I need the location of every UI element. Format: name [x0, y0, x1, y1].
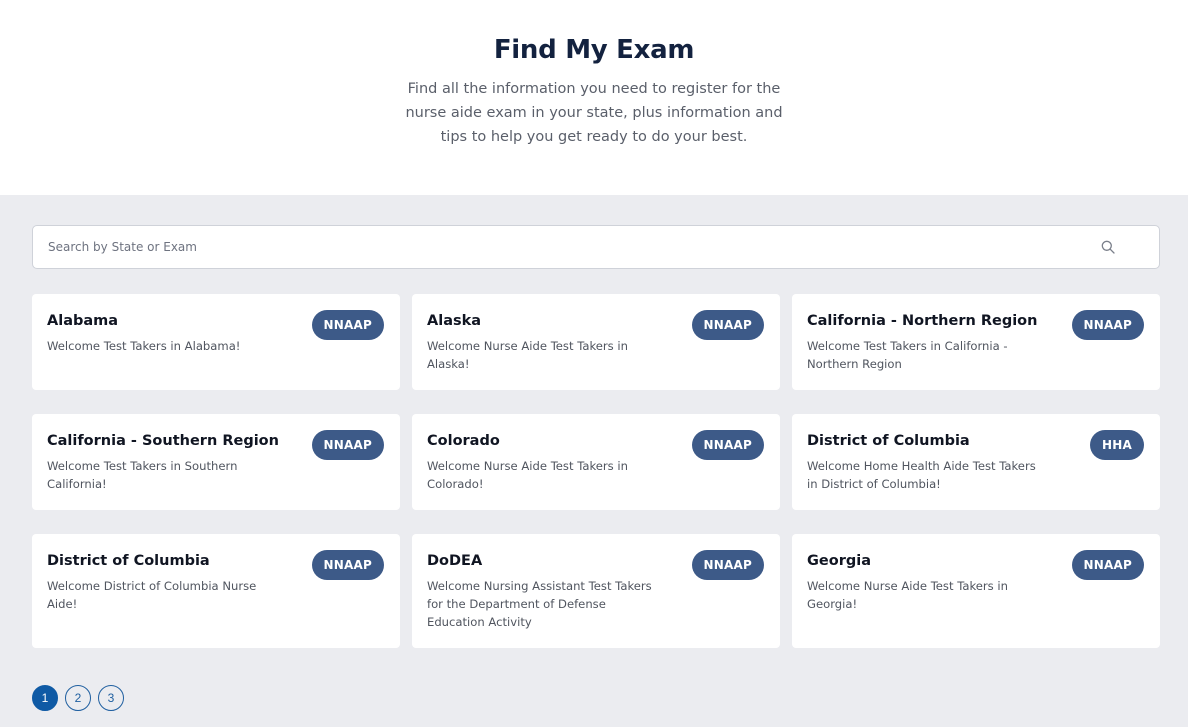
exam-card[interactable]: Alabama Welcome Test Takers in Alabama! …	[32, 294, 400, 390]
exam-type-badge: NNAAP	[311, 310, 384, 340]
search-icon[interactable]	[1101, 240, 1115, 254]
exam-card[interactable]: DoDEA Welcome Nursing Assistant Test Tak…	[412, 534, 780, 648]
page-subtitle: Find all the information you need to reg…	[405, 81, 783, 145]
pagination: 1 2 3	[32, 685, 124, 711]
exam-card[interactable]: Georgia Welcome Nurse Aide Test Takers i…	[792, 534, 1160, 648]
exam-card-grid: Alabama Welcome Test Takers in Alabama! …	[32, 294, 1160, 648]
page-button-1[interactable]: 1	[32, 685, 58, 711]
card-description: Welcome Nurse Aide Test Takers in Alaska…	[427, 339, 628, 371]
exam-card[interactable]: District of Columbia Welcome District of…	[32, 534, 400, 648]
exam-finder: Alabama Welcome Test Takers in Alabama! …	[0, 195, 1188, 727]
exam-type-badge: NNAAP	[691, 550, 764, 580]
search-box	[32, 225, 1160, 269]
card-description: Welcome Nurse Aide Test Takers in Georgi…	[807, 579, 1008, 611]
card-description: Welcome Nurse Aide Test Takers in Colora…	[427, 459, 628, 491]
page-title: Find My Exam	[493, 35, 695, 65]
exam-card[interactable]: District of Columbia Welcome Home Health…	[792, 414, 1160, 510]
exam-card[interactable]: California - Northern Region Welcome Tes…	[792, 294, 1160, 390]
card-description: Welcome Test Takers in Southern Californ…	[47, 459, 238, 491]
exam-type-badge: NNAAP	[311, 430, 384, 460]
card-description: Welcome District of Columbia Nurse Aide!	[47, 579, 257, 611]
page-header: Find My Exam Find all the information yo…	[0, 0, 1188, 195]
exam-type-badge: NNAAP	[691, 310, 764, 340]
card-description: Welcome Home Health Aide Test Takers in …	[807, 459, 1036, 491]
exam-type-badge: NNAAP	[691, 430, 764, 460]
card-description: Welcome Nursing Assistant Test Takers fo…	[427, 579, 652, 629]
exam-type-badge: NNAAP	[1071, 310, 1144, 340]
exam-card[interactable]: Colorado Welcome Nurse Aide Test Takers …	[412, 414, 780, 510]
exam-card[interactable]: California - Southern Region Welcome Tes…	[32, 414, 400, 510]
card-description: Welcome Test Takers in California - Nort…	[807, 339, 1008, 371]
card-description: Welcome Test Takers in Alabama!	[47, 339, 241, 353]
exam-type-badge: NNAAP	[1071, 550, 1144, 580]
exam-card[interactable]: Alaska Welcome Nurse Aide Test Takers in…	[412, 294, 780, 390]
page-button-2[interactable]: 2	[65, 685, 91, 711]
exam-type-badge: NNAAP	[311, 550, 384, 580]
exam-type-badge: HHA	[1090, 430, 1144, 460]
search-input[interactable]	[33, 226, 1033, 268]
page-button-3[interactable]: 3	[98, 685, 124, 711]
